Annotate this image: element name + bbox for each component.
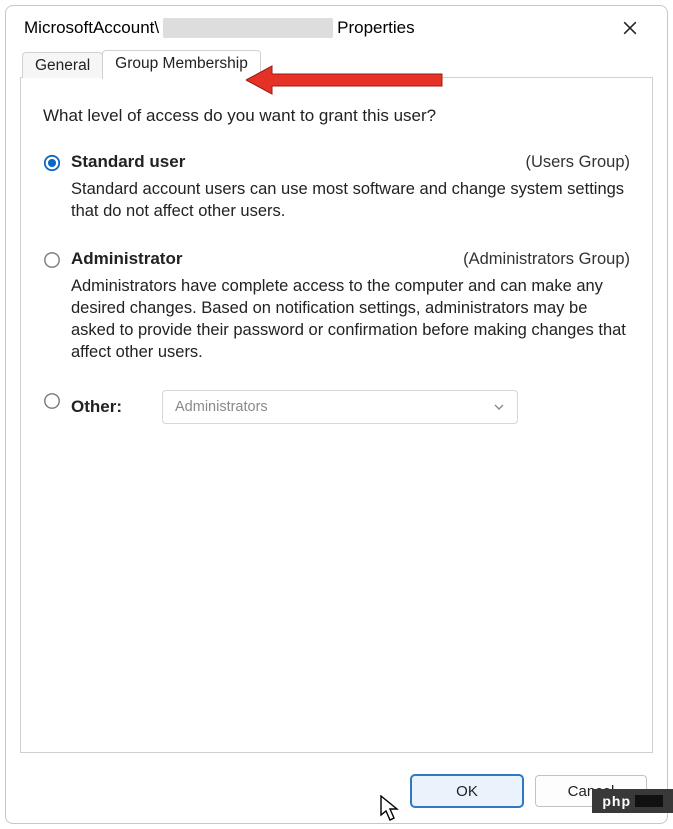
title-redacted <box>163 18 333 38</box>
option-standard-label: Standard user <box>71 152 185 172</box>
close-icon <box>623 21 637 35</box>
titlebar: MicrosoftAccount\ Properties <box>6 6 667 48</box>
access-question: What level of access do you want to gran… <box>43 106 630 126</box>
tab-group-membership[interactable]: Group Membership <box>102 50 261 79</box>
option-admin-label: Administrator <box>71 249 182 269</box>
option-other[interactable]: Other: Administrators <box>43 390 630 424</box>
buttonbar: OK Cancel <box>6 765 667 823</box>
title-account-prefix: MicrosoftAccount\ <box>24 18 159 38</box>
tabstrip: General Group Membership <box>6 48 667 78</box>
option-standard-desc: Standard account users can use most soft… <box>43 178 630 223</box>
other-group-dropdown[interactable]: Administrators <box>162 390 518 424</box>
properties-dialog: MicrosoftAccount\ Properties General Gro… <box>5 5 668 824</box>
dropdown-value: Administrators <box>175 399 268 415</box>
php-watermark-text: php <box>602 793 631 809</box>
php-watermark: php <box>592 789 673 813</box>
close-button[interactable] <box>607 12 653 44</box>
option-administrator[interactable]: Administrator (Administrators Group) <box>43 249 630 269</box>
tab-content-frame: What level of access do you want to gran… <box>20 78 653 753</box>
php-watermark-smudge <box>635 795 663 807</box>
option-other-label: Other: <box>71 397 122 417</box>
title-properties-suffix: Properties <box>337 18 414 38</box>
radio-unselected-icon <box>43 251 61 269</box>
radio-unselected-icon <box>43 392 61 410</box>
tab-general[interactable]: General <box>22 52 103 78</box>
option-standard-user[interactable]: Standard user (Users Group) <box>43 152 630 172</box>
radio-selected-icon <box>43 154 61 172</box>
option-admin-desc: Administrators have complete access to t… <box>43 275 630 364</box>
chevron-down-icon <box>493 401 505 413</box>
ok-button[interactable]: OK <box>411 775 523 807</box>
option-admin-aside: (Administrators Group) <box>463 250 630 269</box>
option-standard-aside: (Users Group) <box>525 153 630 172</box>
